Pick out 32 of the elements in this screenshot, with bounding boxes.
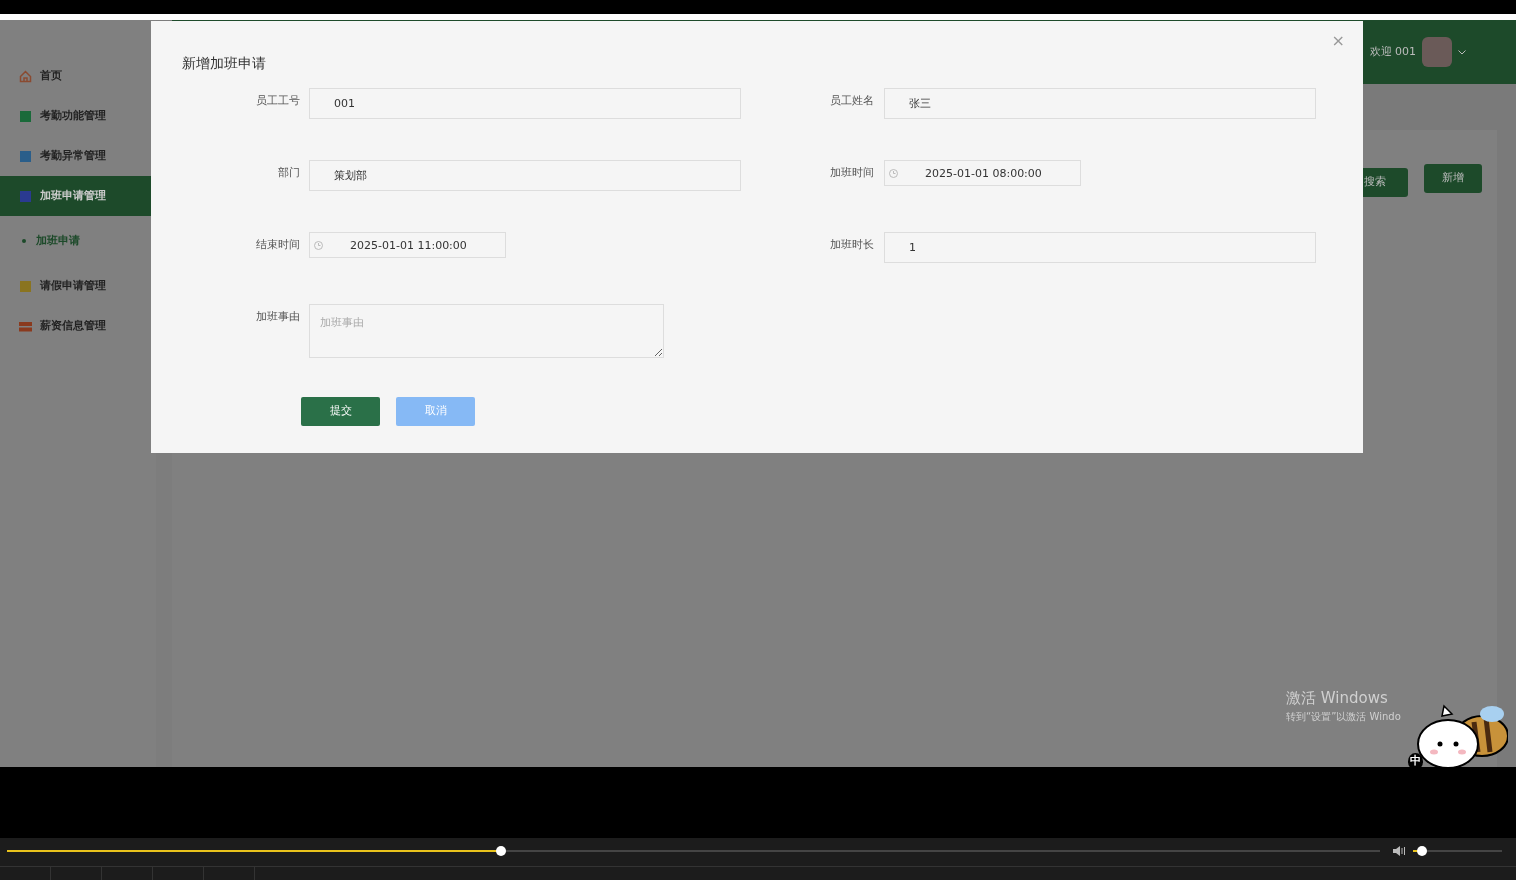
speaker-icon[interactable]	[1392, 845, 1407, 857]
field-label: 结束时间	[255, 237, 300, 253]
sidebar-item[interactable]: 请假申请管理	[0, 266, 156, 306]
bullet-icon	[22, 239, 26, 243]
sidebar-item[interactable]: 考勤异常管理	[0, 136, 156, 176]
field-label: 加班时长	[829, 237, 874, 253]
datetime-field[interactable]: 2025-01-01 11:00:00	[309, 232, 506, 258]
input-field[interactable]: 策划部	[309, 160, 741, 191]
clock-icon	[889, 169, 898, 178]
dialog-title: 新增加班申请	[182, 54, 267, 73]
sidebar-item[interactable]: 薪资信息管理	[0, 306, 156, 346]
field-label: 加班时间	[829, 165, 874, 181]
activation-subtitle: 转到“设置”以激活 Windo	[1286, 710, 1401, 724]
field-label: 加班事由	[255, 309, 300, 325]
add-button[interactable]: 新增	[1424, 164, 1482, 193]
input-field[interactable]: 1	[884, 232, 1316, 263]
caret-icon[interactable]	[1458, 49, 1466, 55]
sidebar-item[interactable]: 首页	[0, 56, 156, 96]
input-field[interactable]: 001	[309, 88, 741, 119]
welcome-text: 欢迎 001	[1369, 43, 1416, 60]
activation-title: 激活 Windows	[1286, 688, 1389, 708]
input-field[interactable]: 张三	[884, 88, 1316, 119]
datetime-field[interactable]: 2025-01-01 08:00:00	[884, 160, 1081, 186]
field-label: 员工姓名	[829, 93, 874, 109]
volume-handle[interactable]	[1416, 846, 1427, 856]
clock-icon	[314, 241, 323, 250]
sidebar-item[interactable]: 考勤功能管理	[0, 96, 156, 136]
submit-button[interactable]: 提交	[301, 397, 380, 426]
field-label: 部门	[277, 165, 300, 181]
progress-handle[interactable]	[496, 846, 507, 856]
textarea-field[interactable]: 加班事由	[309, 304, 664, 358]
field-label: 员工工号	[255, 93, 300, 109]
